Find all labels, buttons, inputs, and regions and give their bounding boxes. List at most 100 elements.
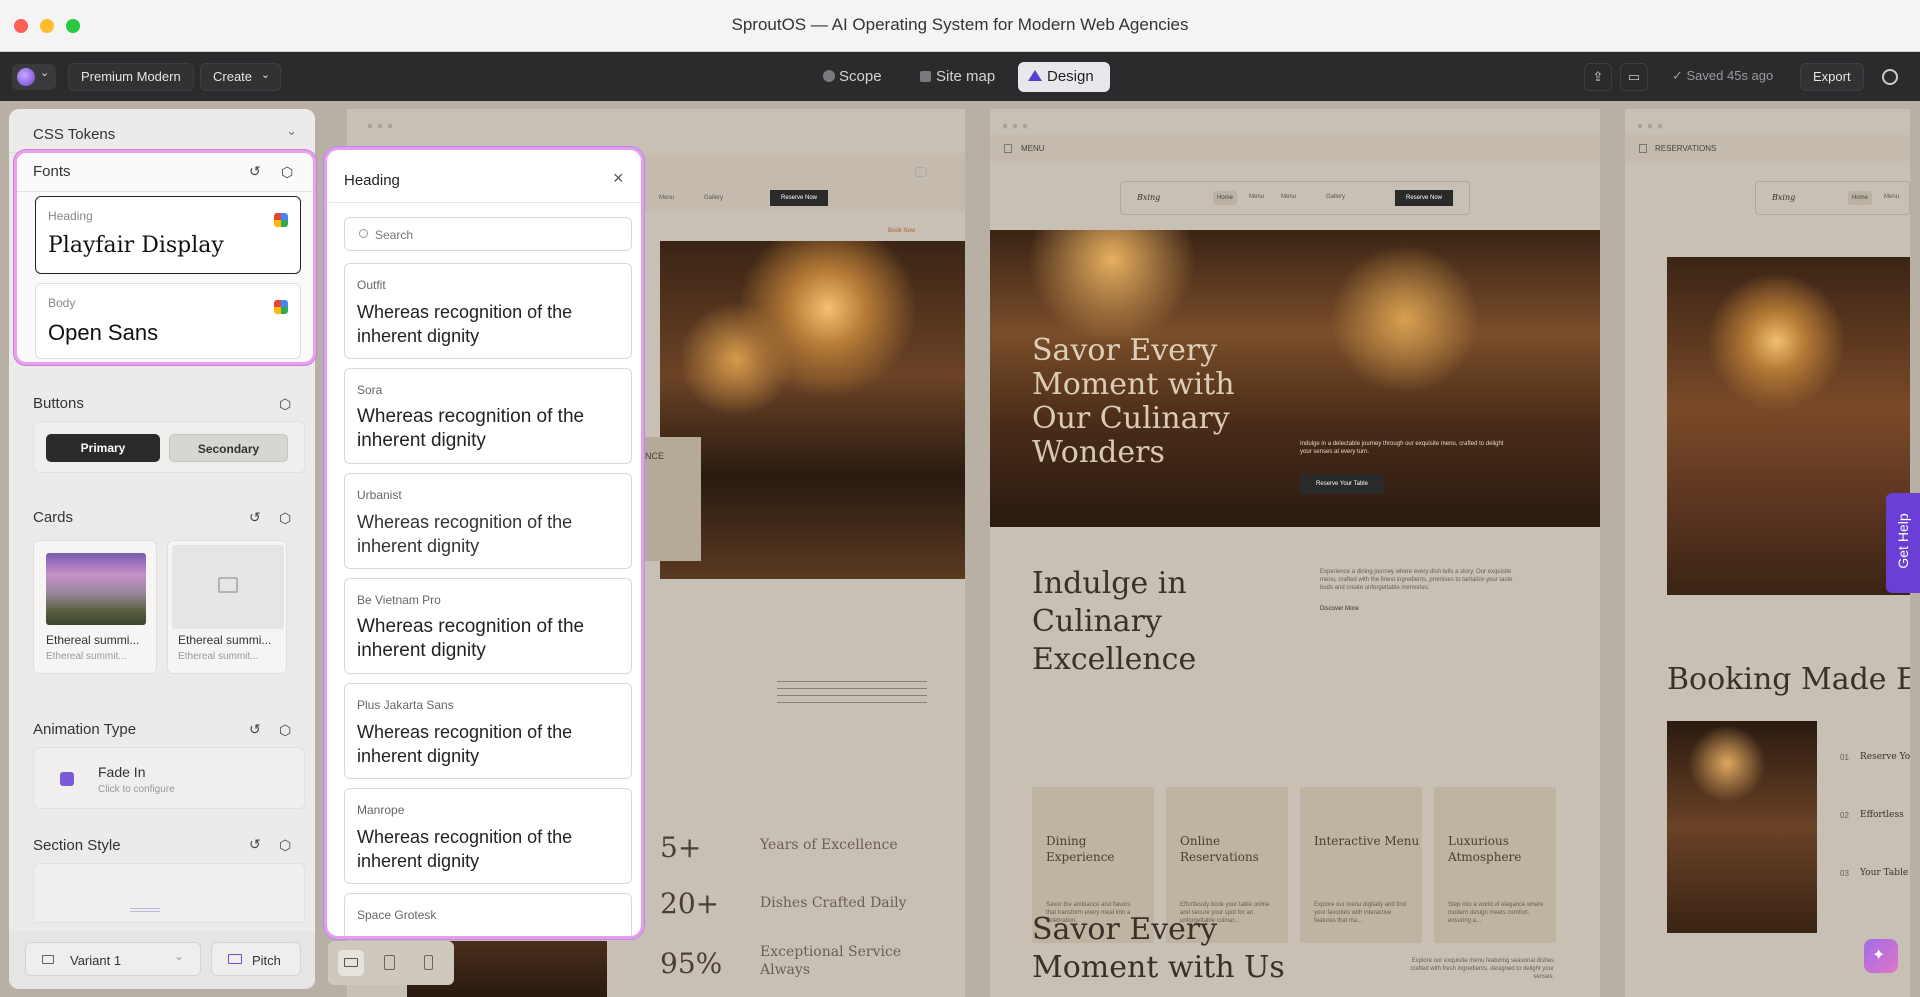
section-style-preview[interactable] xyxy=(33,863,305,923)
section-style-title: Section Style xyxy=(33,837,121,854)
site-nav: Bxing Home Menu xyxy=(1755,181,1910,215)
discover-more-link[interactable]: Discover More xyxy=(1320,606,1359,612)
ai-assistant-button[interactable]: ✦ xyxy=(1864,939,1898,973)
font-option-be-vietnam-pro[interactable]: Be Vietnam Pro Whereas recognition of th… xyxy=(344,578,632,674)
share-button[interactable]: ⇪ xyxy=(1584,63,1612,91)
get-help-tab[interactable]: Get Help xyxy=(1886,493,1920,593)
search-icon xyxy=(359,229,368,238)
hero-image xyxy=(660,241,965,579)
design-icon xyxy=(1028,70,1042,81)
step-title: Reserve Yo xyxy=(1860,752,1910,762)
title-bar: SproutOS — AI Operating System for Moder… xyxy=(0,0,1920,52)
nav-gallery[interactable]: Gallery xyxy=(704,195,723,201)
frame-dots xyxy=(365,123,395,129)
css-tokens-header[interactable]: CSS Tokens ⌄ xyxy=(9,109,315,153)
reserve-now-button[interactable]: Reserve Now xyxy=(1395,190,1453,206)
site-logo: Bxing xyxy=(1772,193,1796,202)
stat-number: 5+ xyxy=(660,831,702,864)
workspace-button[interactable]: Premium Modern xyxy=(68,63,194,91)
book-now-link[interactable]: Book Now xyxy=(888,228,915,234)
nav-menu[interactable]: Menu xyxy=(659,195,674,201)
nav-home[interactable]: Home xyxy=(1848,191,1872,205)
animation-name: Fade In xyxy=(98,764,146,780)
body-font-selector[interactable]: Body Open Sans xyxy=(35,283,301,359)
create-button[interactable]: Create ⌄ xyxy=(200,63,282,91)
font-option-plus-jakarta-sans[interactable]: Plus Jakarta Sans Whereas recognition of… xyxy=(344,683,632,779)
profile-button[interactable] xyxy=(1882,69,1898,85)
stat-label: Exceptional Service Always xyxy=(760,944,902,978)
font-search-input[interactable] xyxy=(375,226,615,244)
app-menu-button[interactable]: ⌄ xyxy=(12,64,56,90)
font-option-name: Urbanist xyxy=(357,488,402,502)
comment-button[interactable]: ▭ xyxy=(1620,63,1648,91)
font-option-outfit[interactable]: Outfit Whereas recognition of the inhere… xyxy=(344,263,632,359)
nav-home[interactable]: Home xyxy=(1213,191,1237,205)
cube-icon[interactable]: ⬡ xyxy=(279,510,291,526)
stat-label: Dishes Crafted Daily xyxy=(760,895,907,911)
animation-icon xyxy=(60,772,74,786)
presentation-icon xyxy=(228,954,242,964)
footer-bar: Variant 1 ⌄ Pitch xyxy=(9,931,315,989)
font-search[interactable] xyxy=(344,217,632,251)
cube-icon[interactable]: ⬡ xyxy=(281,164,293,180)
cube-icon[interactable]: ⬡ xyxy=(279,396,291,412)
reset-icon[interactable]: ↺ xyxy=(249,163,261,179)
cube-icon[interactable]: ⬡ xyxy=(279,722,291,738)
hero-reserve-button[interactable]: Reserve Your Table xyxy=(1300,474,1384,494)
font-option-name: Space Grotesk xyxy=(357,908,437,922)
step-number: 03 xyxy=(1840,869,1849,878)
check-icon: ✓ xyxy=(1672,68,1687,83)
feature-title: Interactive Menu xyxy=(1314,834,1420,848)
animation-picker[interactable]: Fade In Click to configure xyxy=(33,747,305,809)
booking-image xyxy=(1667,721,1817,933)
font-option-space-grotesk[interactable]: Space Grotesk xyxy=(344,893,632,936)
tab-site-map[interactable]: Site map xyxy=(910,62,1012,92)
heading-font-label: Heading xyxy=(48,209,93,223)
close-icon[interactable]: × xyxy=(613,168,624,189)
nav-menu[interactable]: Menu xyxy=(1884,194,1899,200)
frame-dots xyxy=(1000,123,1030,129)
scope-icon xyxy=(823,70,835,82)
reset-icon[interactable]: ↺ xyxy=(249,509,261,525)
nav-menu[interactable]: Menu xyxy=(1249,194,1264,200)
reset-icon[interactable]: ↺ xyxy=(249,836,261,852)
variant-select[interactable]: Variant 1 ⌄ xyxy=(25,942,201,976)
animation-hint: Click to configure xyxy=(98,784,175,795)
reset-icon[interactable]: ↺ xyxy=(249,721,261,737)
nav-gallery[interactable]: Gallery xyxy=(1326,194,1345,200)
chevron-down-icon: ⌄ xyxy=(260,69,271,81)
mobile-icon[interactable] xyxy=(424,955,433,970)
fonts-section: Fonts ↺ ⬡ Heading Playfair Display Body … xyxy=(14,150,316,365)
card-preview[interactable]: Ethereal summi... Ethereal summit... xyxy=(167,540,287,674)
picker-title: Heading xyxy=(344,172,400,189)
buttons-section-title: Buttons xyxy=(33,395,84,412)
device-switcher xyxy=(328,941,454,985)
font-option-manrope[interactable]: Manrope Whereas recognition of the inher… xyxy=(344,788,632,884)
stat-label: Years of Excellence xyxy=(760,837,898,853)
reserve-now-button[interactable]: Reserve Now xyxy=(770,190,828,206)
monitor-icon xyxy=(42,955,54,964)
sitemap-icon xyxy=(920,71,931,82)
nav-menu-dropdown[interactable]: Menu xyxy=(1281,194,1296,200)
intro-text xyxy=(777,681,927,705)
reservation-image xyxy=(1667,257,1910,595)
overlay-partial-text: NCE xyxy=(645,451,665,461)
heading-font-name: Playfair Display xyxy=(48,233,224,258)
export-button[interactable]: Export xyxy=(1800,63,1864,91)
tablet-icon[interactable] xyxy=(384,955,395,970)
font-option-sora[interactable]: Sora Whereas recognition of the inherent… xyxy=(344,368,632,464)
secondary-button-preview[interactable]: Secondary xyxy=(169,434,288,462)
heading-font-selector[interactable]: Heading Playfair Display xyxy=(35,196,301,274)
tab-scope-label: Scope xyxy=(839,68,882,85)
pitch-button[interactable]: Pitch xyxy=(211,942,301,976)
tab-scope[interactable]: Scope xyxy=(813,62,899,92)
font-option-urbanist[interactable]: Urbanist Whereas recognition of the inhe… xyxy=(344,473,632,569)
cube-icon[interactable]: ⬡ xyxy=(279,837,291,853)
feature-card: Luxurious Atmosphere Step into a world o… xyxy=(1434,787,1556,943)
card-preview[interactable]: Ethereal summi... Ethereal summit... xyxy=(33,540,157,674)
desktop-icon[interactable] xyxy=(338,950,364,976)
tab-design[interactable]: Design xyxy=(1018,62,1110,92)
buttons-preview: Primary Secondary xyxy=(33,421,305,473)
page-icon xyxy=(1004,144,1012,153)
primary-button-preview[interactable]: Primary xyxy=(46,434,160,462)
